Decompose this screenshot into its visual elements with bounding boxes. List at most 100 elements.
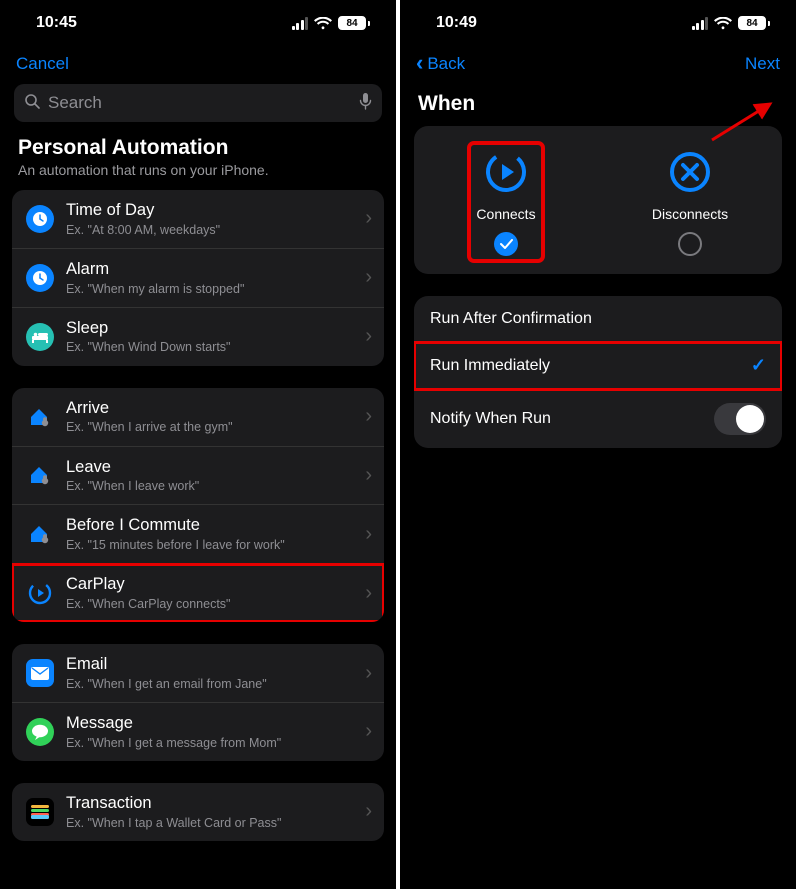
status-time: 10:49	[436, 14, 477, 32]
chevron-right-icon: ›	[365, 720, 372, 743]
row-subtitle: Ex. "When CarPlay connects"	[66, 596, 359, 612]
row-subtitle: Ex. "When Wind Down starts"	[66, 339, 359, 355]
row-title: Transaction	[66, 793, 359, 814]
row-title: Arrive	[66, 398, 359, 419]
row-title: Message	[66, 713, 359, 734]
when-selector: Connects Disconnects	[414, 126, 782, 274]
option-label: Run After Confirmation	[430, 310, 592, 328]
radio-unselected-icon	[678, 232, 702, 256]
row-subtitle: Ex. "When I arrive at the gym"	[66, 419, 359, 435]
row-title: Before I Commute	[66, 515, 359, 536]
chevron-right-icon: ›	[365, 207, 372, 230]
chevron-right-icon: ›	[365, 405, 372, 428]
search-icon	[24, 93, 40, 114]
automation-row-transaction[interactable]: Transaction Ex. "When I tap a Wallet Car…	[12, 783, 384, 841]
row-texts: CarPlay Ex. "When CarPlay connects"	[66, 574, 359, 612]
row-title: Leave	[66, 457, 359, 478]
row-subtitle: Ex. "When I get an email from Jane"	[66, 676, 359, 692]
page-title: Personal Automation	[0, 136, 396, 160]
search-input[interactable]	[48, 93, 351, 113]
disconnects-icon	[666, 148, 714, 196]
row-texts: Before I Commute Ex. "15 minutes before …	[66, 515, 359, 553]
automation-group: Email Ex. "When I get an email from Jane…	[12, 644, 384, 761]
back-label: Back	[427, 54, 465, 74]
wifi-icon	[714, 17, 732, 30]
cancel-button[interactable]: Cancel	[16, 54, 69, 74]
when-heading: When	[400, 84, 796, 126]
row-texts: Leave Ex. "When I leave work"	[66, 457, 359, 495]
row-texts: Arrive Ex. "When I arrive at the gym"	[66, 398, 359, 436]
row-texts: Sleep Ex. "When Wind Down starts"	[66, 318, 359, 356]
automation-row-leave[interactable]: Leave Ex. "When I leave work" ›	[12, 447, 384, 506]
automation-row-sleep[interactable]: Sleep Ex. "When Wind Down starts" ›	[12, 308, 384, 366]
battery-icon: 84	[338, 16, 370, 30]
automation-row-message[interactable]: Message Ex. "When I get a message from M…	[12, 703, 384, 761]
screenshot-right: 10:49 84 ‹ Back Next When Connects Disco…	[400, 0, 800, 889]
row-texts: Email Ex. "When I get an email from Jane…	[66, 654, 359, 692]
automation-group: Transaction Ex. "When I tap a Wallet Car…	[12, 783, 384, 841]
mic-icon[interactable]	[359, 92, 372, 115]
chevron-left-icon: ‹	[416, 52, 423, 74]
status-right: 84	[692, 16, 771, 30]
chevron-right-icon: ›	[365, 325, 372, 348]
row-texts: Time of Day Ex. "At 8:00 AM, weekdays"	[66, 200, 359, 238]
chevron-right-icon: ›	[365, 582, 372, 605]
cellular-icon	[692, 17, 709, 30]
automation-row-before-commute[interactable]: Before I Commute Ex. "15 minutes before …	[12, 505, 384, 564]
when-option-connects[interactable]: Connects	[476, 148, 535, 256]
automation-group: Time of Day Ex. "At 8:00 AM, weekdays" ›…	[12, 190, 384, 366]
toggle-switch[interactable]	[714, 403, 766, 435]
automation-list: Time of Day Ex. "At 8:00 AM, weekdays" ›…	[0, 190, 396, 863]
row-subtitle: Ex. "When my alarm is stopped"	[66, 281, 359, 297]
row-texts: Alarm Ex. "When my alarm is stopped"	[66, 259, 359, 297]
chevron-right-icon: ›	[365, 464, 372, 487]
automation-row-carplay[interactable]: CarPlay Ex. "When CarPlay connects" ›	[12, 564, 384, 622]
automation-group: Arrive Ex. "When I arrive at the gym" › …	[12, 388, 384, 623]
row-subtitle: Ex. "15 minutes before I leave for work"	[66, 537, 359, 553]
chevron-right-icon: ›	[365, 523, 372, 546]
row-title: Sleep	[66, 318, 359, 339]
when-option-disconnects[interactable]: Disconnects	[652, 148, 728, 256]
row-subtitle: Ex. "At 8:00 AM, weekdays"	[66, 222, 359, 238]
battery-icon: 84	[738, 16, 770, 30]
connects-icon	[482, 148, 530, 196]
screenshot-left: 10:45 84 Cancel Personal Automation An a…	[0, 0, 400, 889]
search-field[interactable]	[14, 84, 382, 122]
back-button[interactable]: ‹ Back	[416, 54, 465, 74]
row-texts: Message Ex. "When I get a message from M…	[66, 713, 359, 751]
row-subtitle: Ex. "When I leave work"	[66, 478, 359, 494]
row-title: Email	[66, 654, 359, 675]
page-subtitle: An automation that runs on your iPhone.	[0, 160, 396, 190]
automation-row-alarm[interactable]: Alarm Ex. "When my alarm is stopped" ›	[12, 249, 384, 308]
option-label: Notify When Run	[430, 410, 551, 428]
nav-bar: ‹ Back Next	[400, 46, 796, 84]
chevron-right-icon: ›	[365, 662, 372, 685]
chevron-right-icon: ›	[365, 800, 372, 823]
when-option-label: Disconnects	[652, 206, 728, 222]
next-button[interactable]: Next	[745, 54, 780, 74]
row-subtitle: Ex. "When I tap a Wallet Card or Pass"	[66, 815, 359, 831]
status-right: 84	[292, 16, 371, 30]
automation-row-time-of-day[interactable]: Time of Day Ex. "At 8:00 AM, weekdays" ›	[12, 190, 384, 249]
run-options: Run After Confirmation Run Immediately ✓ No…	[414, 296, 782, 448]
row-title: Alarm	[66, 259, 359, 280]
automation-row-email[interactable]: Email Ex. "When I get an email from Jane…	[12, 644, 384, 703]
row-title: Time of Day	[66, 200, 359, 221]
cellular-icon	[292, 17, 309, 30]
row-texts: Transaction Ex. "When I tap a Wallet Car…	[66, 793, 359, 831]
option-run-confirm[interactable]: Run After Confirmation	[414, 296, 782, 342]
wifi-icon	[314, 17, 332, 30]
radio-selected-icon	[494, 232, 518, 256]
status-bar: 10:45 84	[0, 0, 396, 46]
check-icon: ✓	[751, 355, 766, 376]
chevron-right-icon: ›	[365, 266, 372, 289]
option-notify[interactable]: Notify When Run	[414, 390, 782, 448]
option-run-immediate[interactable]: Run Immediately ✓	[414, 342, 782, 390]
option-label: Run Immediately	[430, 357, 550, 375]
when-option-label: Connects	[476, 206, 535, 222]
row-title: CarPlay	[66, 574, 359, 595]
nav-bar: Cancel	[0, 46, 396, 84]
status-time: 10:45	[36, 14, 77, 32]
status-bar: 10:49 84	[400, 0, 796, 46]
automation-row-arrive[interactable]: Arrive Ex. "When I arrive at the gym" ›	[12, 388, 384, 447]
